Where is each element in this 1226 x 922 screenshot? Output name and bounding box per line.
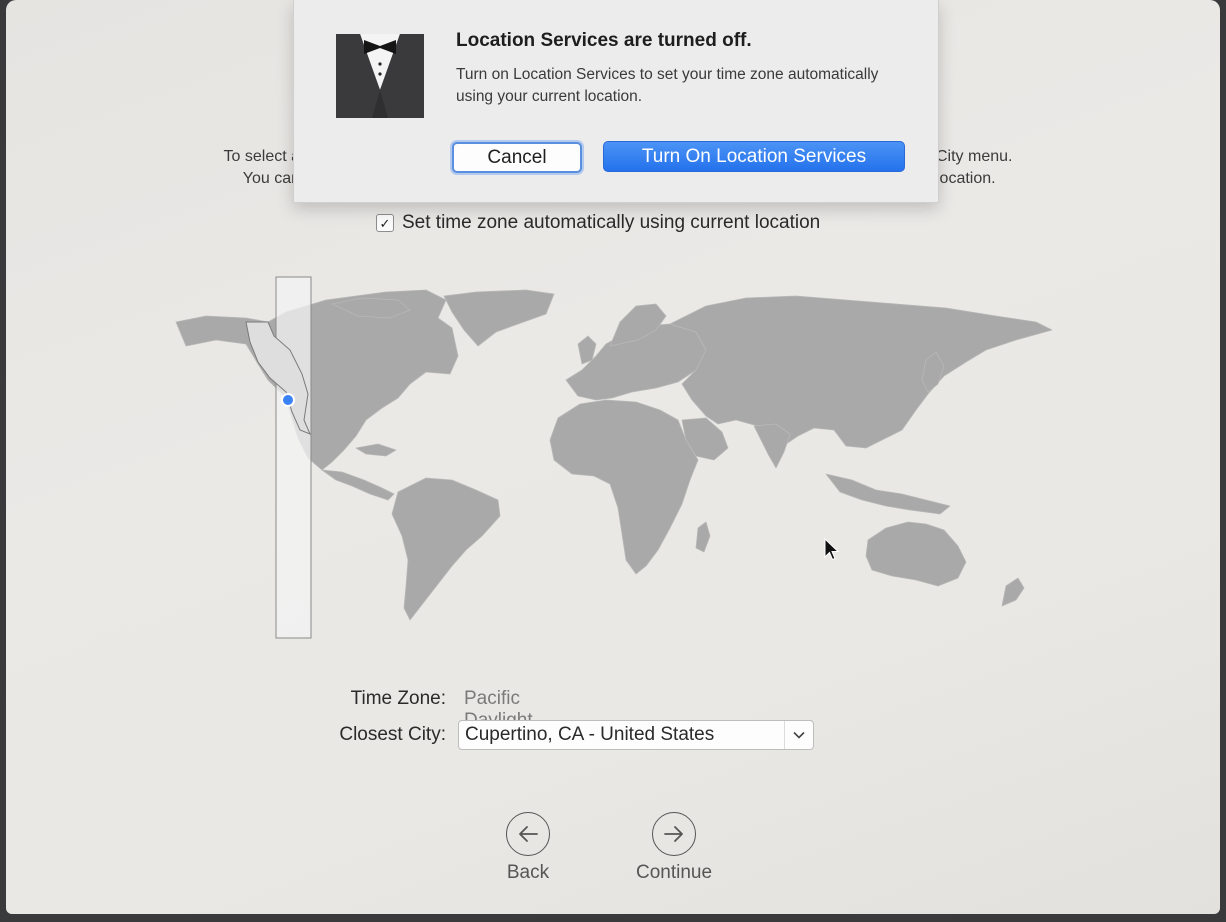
- turn-on-location-services-button[interactable]: Turn On Location Services: [603, 141, 905, 172]
- selected-timezone-band[interactable]: [245, 276, 312, 639]
- caribbean-islands: [355, 443, 397, 457]
- cancel-button[interactable]: Cancel: [452, 142, 582, 173]
- back-label: Back: [506, 862, 550, 883]
- australia-landmass: [865, 521, 967, 587]
- arrow-left-circle-icon[interactable]: [506, 812, 550, 856]
- new-zealand-landmass: [1001, 577, 1025, 607]
- timezone-label: Time Zone:: [350, 688, 446, 709]
- north-america-landmass: [175, 289, 459, 471]
- closest-city-value: Cupertino, CA - United States: [465, 724, 715, 745]
- alert-title: Location Services are turned off.: [456, 30, 752, 51]
- south-america-landmass: [391, 477, 501, 621]
- central-america-landmass: [321, 469, 395, 501]
- madagascar-landmass: [695, 521, 711, 553]
- greenland-landmass: [443, 289, 555, 347]
- chevron-down-icon[interactable]: [784, 721, 813, 749]
- arrow-right-circle-icon[interactable]: [652, 812, 697, 856]
- asia-landmass: [669, 295, 1053, 463]
- india-landmass: [753, 423, 791, 469]
- alert-message: Turn on Location Services to set your ti…: [456, 66, 879, 105]
- location-services-alert: Location Services are turned off. Turn o…: [293, 0, 939, 203]
- setup-assistant-tuxedo-icon: [336, 34, 424, 123]
- back-button[interactable]: Back: [506, 812, 550, 884]
- africa-landmass: [549, 399, 699, 575]
- closest-city-label: Closest City:: [339, 724, 446, 745]
- closest-city-select[interactable]: Cupertino, CA - United States: [458, 720, 814, 750]
- continue-button[interactable]: Continue: [636, 812, 712, 884]
- mouse-pointer-icon: [824, 537, 840, 567]
- southeast-asia-islands: [825, 473, 951, 515]
- current-location-dot: [281, 393, 295, 407]
- continue-label: Continue: [636, 862, 713, 883]
